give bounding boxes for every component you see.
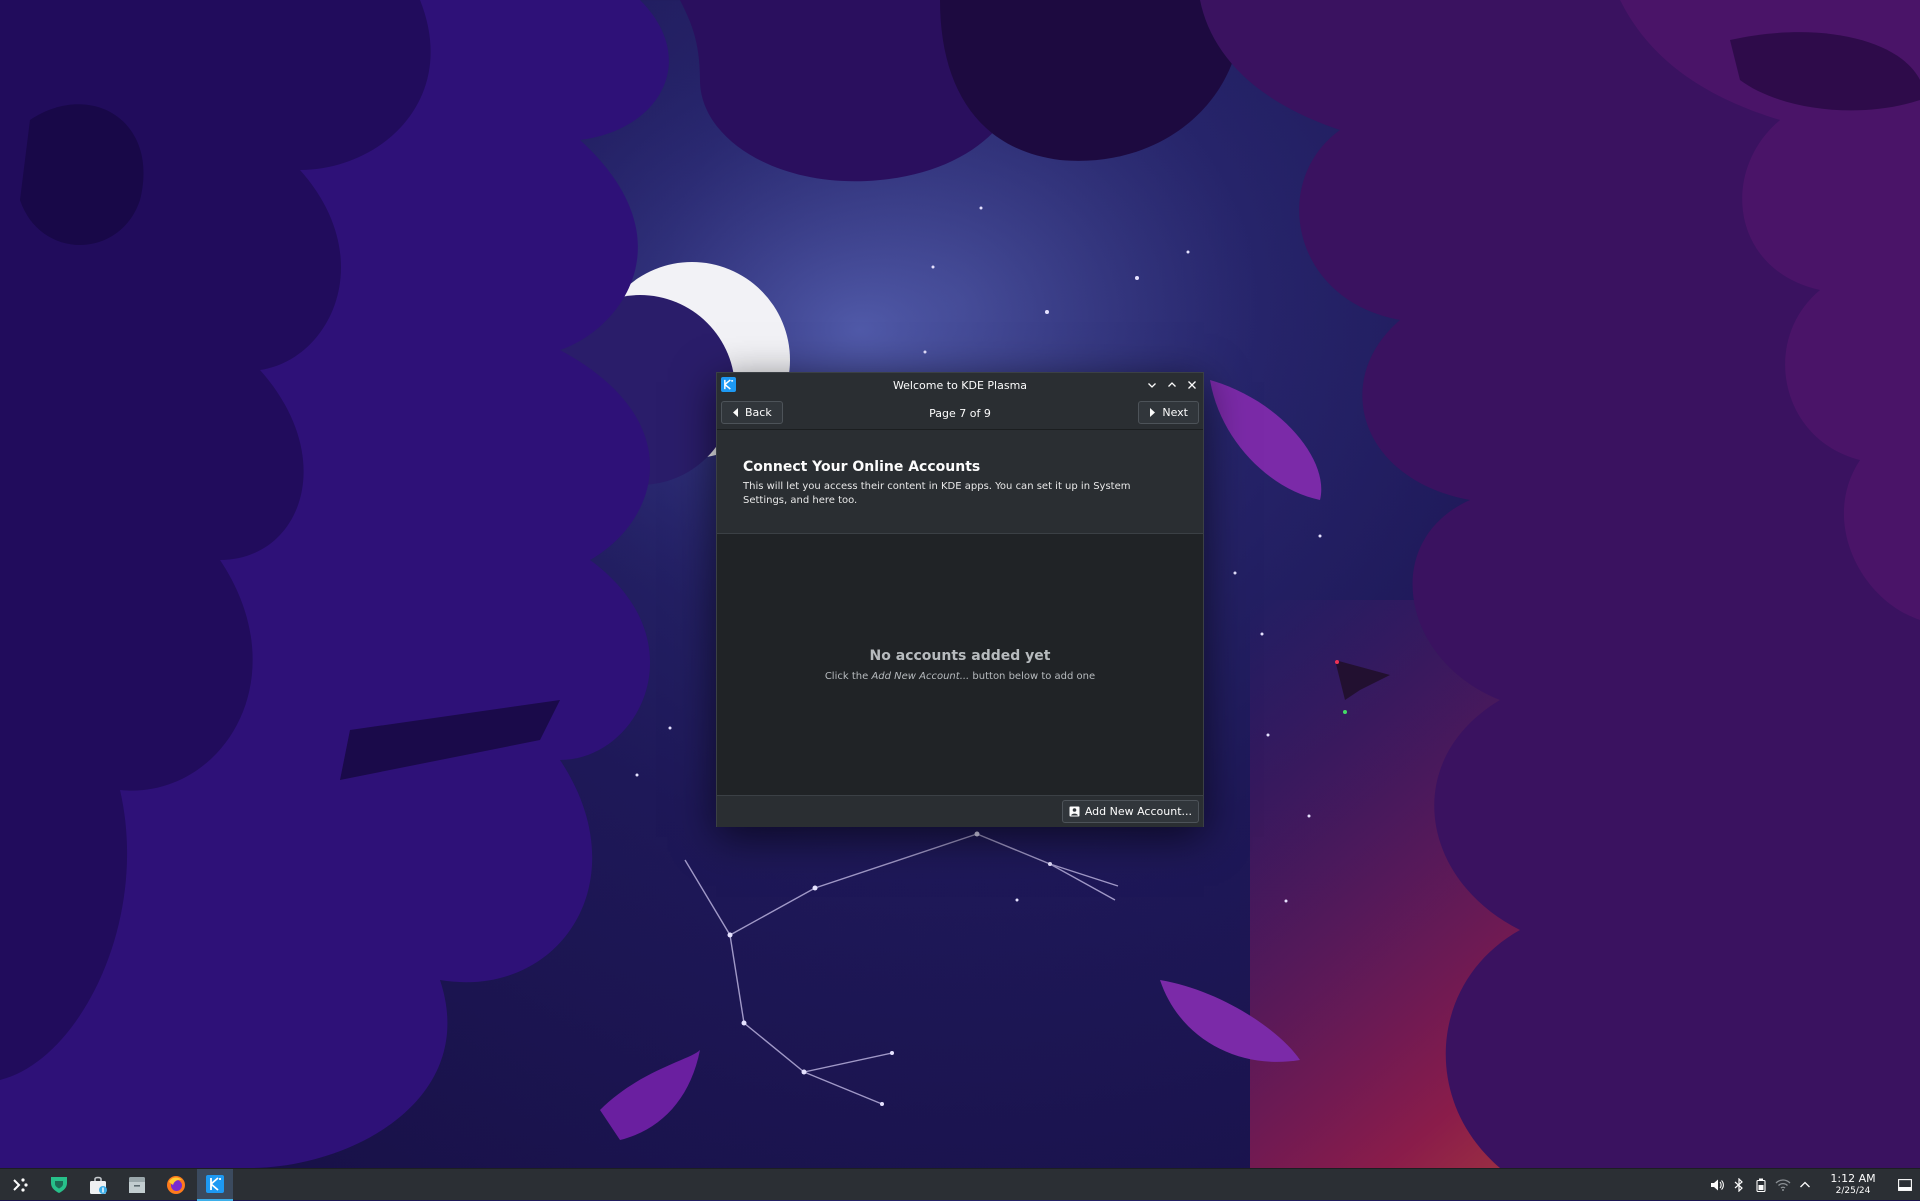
show-hidden-icons-button[interactable] [1794, 1169, 1816, 1201]
application-launcher-icon [13, 1177, 28, 1192]
window-titlebar[interactable]: Welcome to KDE Plasma [717, 373, 1203, 397]
firefox-icon [167, 1175, 185, 1194]
show-desktop-button[interactable] [1890, 1169, 1920, 1201]
chevron-up-icon [1168, 382, 1176, 387]
kde-welcome-icon [206, 1174, 224, 1193]
next-button-label: Next [1162, 406, 1188, 419]
clock-time: 1:12 AM [1830, 1172, 1876, 1185]
back-button-label: Back [745, 406, 772, 419]
taskbar-discover[interactable] [41, 1169, 77, 1201]
page-heading: Connect Your Online Accounts [743, 459, 981, 475]
taskbar: 1:12 AM 2/25/24 [0, 1168, 1920, 1201]
empty-state-hint: Click the Add New Account... button belo… [824, 670, 1096, 682]
navigation-toolbar: Back Page 7 of 9 Next [717, 397, 1203, 430]
show-desktop-icon [1898, 1179, 1912, 1191]
page-description: This will let you access their content i… [743, 481, 1131, 506]
volume-button[interactable] [1706, 1169, 1728, 1201]
close-icon [1188, 381, 1196, 389]
page-header: Connect Your Online Accounts This will l… [717, 430, 1203, 534]
taskbar-store[interactable] [80, 1169, 116, 1201]
taskbar-welcome-center[interactable] [197, 1168, 233, 1201]
next-button[interactable]: Next [1138, 401, 1199, 424]
add-new-account-button[interactable]: Add New Account... [1061, 800, 1199, 823]
volume-icon [1711, 1179, 1724, 1191]
network-icon [1775, 1179, 1791, 1191]
bluetooth-icon [1734, 1178, 1743, 1192]
digital-clock[interactable]: 1:12 AM 2/25/24 [1822, 1173, 1884, 1197]
taskbar-file-manager[interactable] [119, 1169, 155, 1201]
minimize-button[interactable] [1143, 376, 1161, 394]
add-new-account-label: Add New Account... [1084, 805, 1192, 818]
shopping-bag-icon [90, 1176, 107, 1194]
battery-icon [1756, 1178, 1766, 1192]
discover-icon [51, 1176, 67, 1193]
welcome-window: Welcome to KDE Plasma Back Page 7 of 9 N… [716, 372, 1204, 827]
application-launcher-button[interactable] [2, 1169, 38, 1201]
network-button[interactable] [1772, 1169, 1794, 1201]
taskbar-firefox[interactable] [158, 1169, 194, 1201]
bluetooth-button[interactable] [1728, 1169, 1750, 1201]
close-button[interactable] [1183, 376, 1201, 394]
file-manager-icon [129, 1176, 145, 1193]
window-title: Welcome to KDE Plasma [892, 378, 1028, 392]
system-tray: 1:12 AM 2/25/24 [1706, 1169, 1920, 1201]
clock-date: 2/25/24 [1835, 1186, 1871, 1196]
chevron-up-icon [1800, 1181, 1810, 1188]
kde-logo-icon [721, 377, 736, 392]
dialog-footer: Add New Account... [717, 795, 1203, 827]
arrow-left-icon [733, 408, 738, 417]
battery-button[interactable] [1750, 1169, 1772, 1201]
back-button[interactable]: Back [721, 401, 783, 424]
chevron-down-icon [1148, 383, 1156, 388]
maximize-button[interactable] [1163, 376, 1181, 394]
accounts-list-area: No accounts added yet Click the Add New … [717, 534, 1203, 795]
page-indicator: Page 7 of 9 [929, 406, 991, 420]
arrow-right-icon [1150, 408, 1156, 417]
empty-state-title: No accounts added yet [869, 647, 1051, 664]
user-add-icon [1069, 806, 1080, 817]
